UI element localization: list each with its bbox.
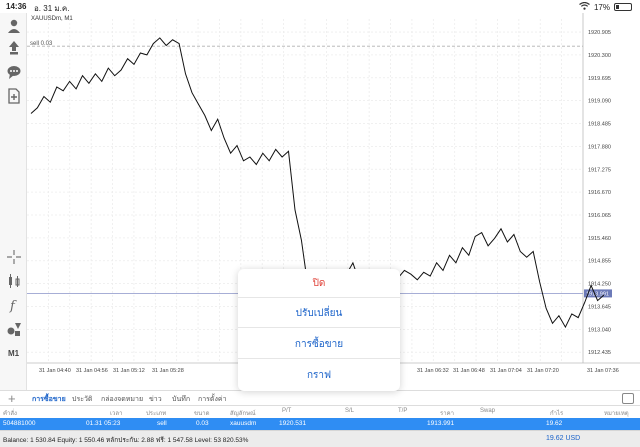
order-time: 01.31 05:23 [86, 420, 121, 427]
col-header: สัญลักษณ์ [230, 411, 256, 417]
y-tick-label: 1917.275 [588, 167, 611, 173]
objects-icon[interactable] [4, 320, 23, 338]
y-tick-label: 1917.880 [588, 144, 611, 150]
account-icon[interactable] [4, 17, 23, 35]
x-tick-label: 31 Jan 07:36 [587, 368, 619, 374]
balance-text: Balance: 1 530.84 Equity: 1 550.46 หลักป… [3, 437, 249, 444]
y-tick-label: 1916.670 [588, 190, 611, 196]
x-tick-label: 31 Jan 05:12 [113, 368, 145, 374]
y-tick-label: 1913.645 [588, 304, 611, 310]
chart-button[interactable]: กราฟ [238, 361, 400, 390]
orders-table-header: คำสั่ง เวลา ประเภท ขนาด สัญลักษณ์ P/T S/… [0, 406, 640, 418]
tab-trade[interactable]: การซื้อขาย [32, 394, 66, 405]
new-order-icon[interactable] [4, 87, 23, 105]
wifi-icon [579, 1, 590, 12]
trade-button[interactable]: การซื้อขาย [238, 330, 400, 359]
table-row[interactable]: 504881000 01.31 05:23 sell 0.03 xauusdm … [0, 418, 640, 430]
x-tick-label: 31 Jan 06:48 [453, 368, 485, 374]
col-header: หมายเหตุ [604, 411, 629, 417]
close-order-button[interactable]: ปิด [238, 269, 400, 298]
tab-mailbox[interactable]: กล่องจดหมาย [101, 394, 143, 405]
timeframe-button[interactable]: M1 [4, 349, 23, 358]
order-size: 0.03 [196, 420, 209, 427]
balance-bar: Balance: 1 530.84 Equity: 1 550.46 หลักป… [0, 430, 640, 447]
col-header: T/P [398, 408, 408, 414]
order-profit: 19.62 [546, 420, 563, 427]
tab-history[interactable]: ประวัติ [72, 394, 92, 405]
col-header: ราคา [440, 411, 454, 417]
col-header: ขนาด [194, 411, 210, 417]
svg-text:f: f [9, 299, 17, 313]
x-tick-label: 31 Jan 06:32 [417, 368, 449, 374]
y-tick-label: 1919.090 [588, 99, 611, 105]
col-header: กำไร [550, 411, 564, 417]
battery-icon [614, 3, 632, 11]
order-price: 1913.991 [427, 420, 455, 427]
chart-symbol-title: XAUUSDm, M1 [31, 16, 73, 22]
indicators-icon[interactable] [4, 272, 23, 290]
col-header: เวลา [110, 411, 123, 417]
bid-price-tag-label: 1913.991 [586, 291, 609, 297]
order-type: sell [157, 420, 167, 427]
order-ticket: 504881000 [3, 420, 36, 427]
crosshair-icon[interactable] [4, 248, 23, 266]
sell-order-label: sell 0.03 [30, 41, 53, 47]
x-tick-label: 31 Jan 04:40 [39, 368, 71, 374]
col-header: ประเภท [146, 411, 167, 417]
tab-news[interactable]: ข่าว [149, 394, 162, 405]
col-header: P/T [282, 408, 292, 414]
col-header: Swap [480, 408, 496, 414]
one-click-trading-icon[interactable] [4, 39, 23, 57]
total-profit: 19.62 USD [546, 435, 581, 442]
y-tick-label: 1919.695 [588, 76, 611, 82]
col-header: S/L [345, 408, 355, 414]
add-icon[interactable]: + [8, 391, 16, 406]
status-time: 14:36 [6, 2, 27, 11]
terminal-tabs: + การซื้อขาย ประวัติ กล่องจดหมาย ข่าว บั… [0, 390, 640, 406]
modify-order-button[interactable]: ปรับเปลี่ยน [238, 299, 400, 328]
chat-icon[interactable] [4, 63, 23, 81]
tab-journal[interactable]: บันทึก [172, 394, 190, 405]
chart-toolbar: f M1 [0, 13, 27, 390]
y-tick-label: 1920.300 [588, 53, 611, 59]
battery-percent: 17% [593, 2, 610, 12]
y-tick-label: 1916.065 [588, 213, 611, 219]
layout-icon[interactable] [622, 393, 634, 404]
y-tick-label: 1920.905 [588, 30, 611, 36]
y-tick-label: 1913.040 [588, 327, 611, 333]
x-tick-label: 31 Jan 04:56 [76, 368, 108, 374]
y-tick-label: 1915.460 [588, 236, 611, 242]
x-tick-label: 31 Jan 07:04 [490, 368, 522, 374]
order-symbol: xauusdm [230, 420, 257, 427]
order-open-price: 1920.531 [279, 420, 307, 427]
status-bar: 14:36 อ. 31 ม.ค. 17% [0, 0, 640, 13]
order-action-sheet: ปิด ปรับเปลี่ยน การซื้อขาย กราฟ [238, 269, 400, 391]
x-tick-label: 31 Jan 07:20 [527, 368, 559, 374]
tab-settings[interactable]: การตั้งค่า [198, 394, 227, 405]
col-header: คำสั่ง [3, 411, 17, 417]
y-tick-label: 1912.435 [588, 350, 611, 356]
status-right: 17% [579, 1, 632, 12]
x-tick-label: 31 Jan 05:28 [152, 368, 184, 374]
y-tick-label: 1918.485 [588, 122, 611, 128]
y-tick-label: 1914.855 [588, 259, 611, 265]
function-icon[interactable]: f [4, 296, 23, 314]
